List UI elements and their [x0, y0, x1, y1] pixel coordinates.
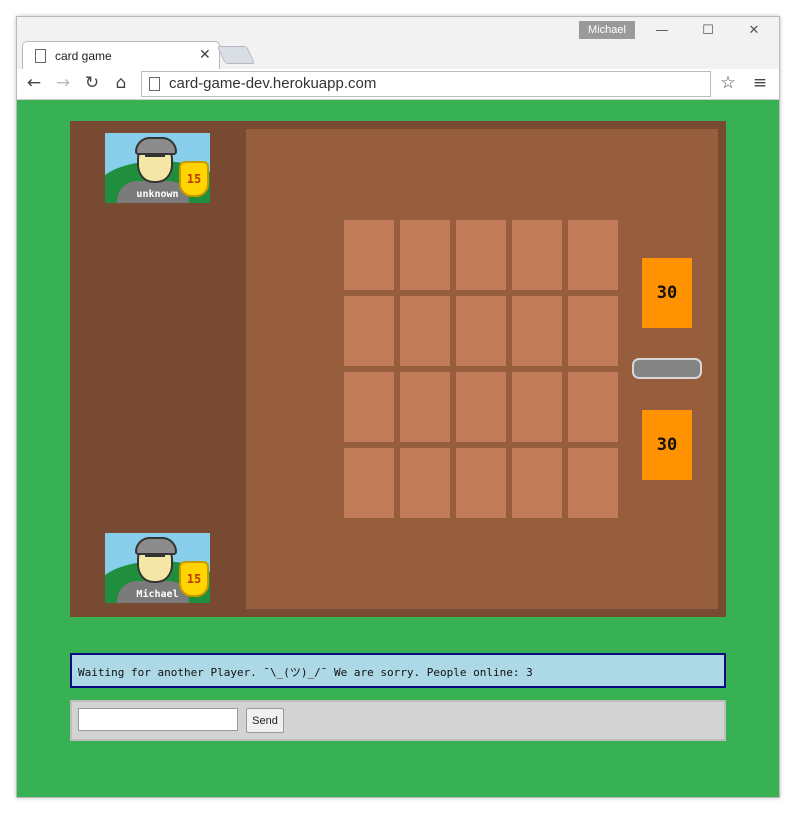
maximize-button[interactable]: ☐ [690, 19, 726, 43]
back-arrow-icon[interactable]: ← [23, 72, 45, 94]
card-slot[interactable] [344, 220, 394, 290]
end-turn-button[interactable] [632, 358, 702, 379]
page-viewport: 15 unknown 15 Michael 30 30 Waiting for … [17, 100, 779, 797]
player-name: Michael [136, 589, 179, 600]
card-slot[interactable] [512, 296, 562, 366]
home-icon[interactable]: ⌂ [110, 72, 132, 94]
player-avatar: 15 Michael [105, 533, 210, 603]
card-slot[interactable] [400, 448, 450, 518]
card-slot[interactable] [344, 372, 394, 442]
player-score: 30 [642, 410, 692, 480]
card-grid [344, 220, 618, 518]
page-icon [35, 49, 46, 63]
send-button[interactable]: Send [246, 708, 284, 733]
page-icon [149, 77, 160, 91]
card-slot[interactable] [456, 296, 506, 366]
profile-badge[interactable]: Michael [579, 21, 635, 39]
forward-arrow-icon[interactable]: → [52, 72, 74, 94]
card-slot[interactable] [400, 296, 450, 366]
game-board: 15 unknown 15 Michael 30 30 [70, 121, 726, 617]
card-slot[interactable] [400, 220, 450, 290]
card-slot[interactable] [456, 372, 506, 442]
status-message: Waiting for another Player. ¯\_(ツ)_/¯ We… [78, 666, 533, 679]
tab-title: card game [55, 49, 112, 63]
window-close-button[interactable]: ✕ [736, 19, 772, 43]
card-slot[interactable] [568, 296, 618, 366]
card-slot[interactable] [344, 448, 394, 518]
url-bar[interactable]: card-game-dev.herokuapp.com [141, 71, 711, 97]
minimize-button[interactable]: — [644, 19, 680, 43]
url-text: card-game-dev.herokuapp.com [169, 75, 377, 92]
chat-bar: Send [70, 700, 726, 741]
menu-icon[interactable]: ≡ [749, 72, 771, 94]
card-slot[interactable] [512, 448, 562, 518]
status-bar: Waiting for another Player. ¯\_(ツ)_/¯ We… [70, 653, 726, 688]
card-slot[interactable] [512, 372, 562, 442]
card-slot[interactable] [456, 220, 506, 290]
card-slot[interactable] [400, 372, 450, 442]
card-slot[interactable] [512, 220, 562, 290]
close-icon[interactable]: ✕ [199, 47, 211, 63]
card-slot[interactable] [456, 448, 506, 518]
opponent-score: 30 [642, 258, 692, 328]
browser-toolbar: ← → ↻ ⌂ card-game-dev.herokuapp.com ☆ ≡ [17, 69, 779, 100]
opponent-avatar: 15 unknown [105, 133, 210, 203]
card-slot[interactable] [568, 220, 618, 290]
opponent-name: unknown [136, 189, 179, 200]
browser-window: Michael — ☐ ✕ card game ✕ ← → ↻ ⌂ card-g… [16, 16, 780, 798]
card-slot[interactable] [344, 296, 394, 366]
play-field: 30 30 [246, 129, 718, 609]
card-slot[interactable] [568, 372, 618, 442]
browser-tab[interactable]: card game ✕ [22, 41, 220, 70]
card-slot[interactable] [568, 448, 618, 518]
new-tab-button[interactable] [216, 46, 256, 64]
chat-input[interactable] [78, 708, 238, 731]
reload-icon[interactable]: ↻ [81, 72, 103, 94]
star-icon[interactable]: ☆ [717, 72, 739, 94]
